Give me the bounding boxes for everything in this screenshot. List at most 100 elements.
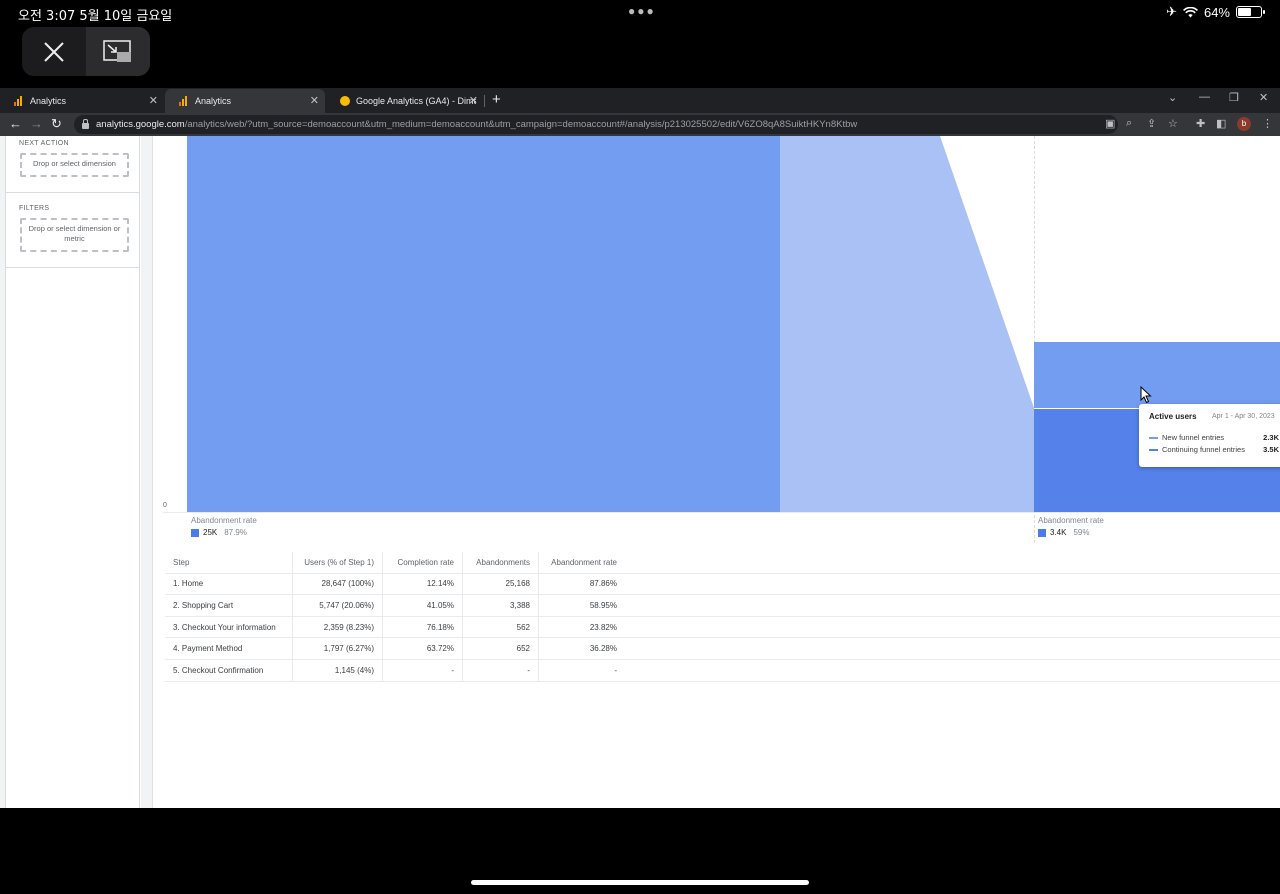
translate-icon[interactable]: ▣ bbox=[1105, 117, 1115, 130]
multitasking-dots-icon[interactable]: ●●● bbox=[628, 4, 656, 18]
mouse-pointer-icon bbox=[1140, 386, 1152, 404]
tooltip-row-label: New funnel entries bbox=[1162, 433, 1225, 442]
abandonment-flow-home[interactable] bbox=[780, 136, 1034, 512]
ipad-status-bar: 오전 3:07 5월 10일 금요일 ●●● ✈ 64% bbox=[0, 0, 1280, 26]
close-pip-button[interactable] bbox=[22, 27, 86, 76]
header-completion-rate[interactable]: Completion rate bbox=[383, 552, 463, 573]
completion-rate-value: 41.05% bbox=[383, 595, 463, 616]
tooltip-row-label: Continuing funnel entries bbox=[1162, 445, 1245, 454]
status-time: 오전 3:07 5월 10일 금요일 bbox=[18, 9, 173, 24]
table-row: 5. Checkout Confirmation 1,145 (4%) - - … bbox=[165, 659, 1280, 682]
header-step[interactable]: Step bbox=[165, 552, 293, 573]
tab-title: Analytics bbox=[195, 96, 232, 106]
battery-percent: 64% bbox=[1203, 4, 1230, 20]
tab-ga4-dimensions[interactable]: Google Analytics (GA4) - Dimen ✕ bbox=[326, 89, 484, 113]
y-axis-zero-tick: 0 bbox=[163, 502, 167, 509]
abandonments-value: 652 bbox=[463, 638, 539, 659]
tooltip-row-value: 2.3K bbox=[1263, 433, 1279, 442]
step-name: 5. Checkout Confirmation bbox=[165, 659, 293, 681]
tab-separator bbox=[484, 95, 485, 107]
tooltip-date-range: Apr 1 - Apr 30, 2023 bbox=[1212, 413, 1275, 420]
abandonment-value: 25K 87.9% bbox=[191, 528, 257, 537]
abandonments-value: 3,388 bbox=[463, 595, 539, 616]
back-arrow-icon[interactable]: ← bbox=[9, 116, 22, 131]
header-abandonments[interactable]: Abandonments bbox=[463, 552, 539, 573]
funnel-table: Step Users (% of Step 1) Completion rate… bbox=[165, 552, 1280, 682]
users-value: 28,647 (100%) bbox=[293, 573, 383, 595]
battery-icon bbox=[1236, 6, 1265, 18]
tooltip-row-continuing: Continuing funnel entries 3.5K bbox=[1149, 445, 1279, 454]
next-action-card: NEXT ACTION Drop or select dimension bbox=[6, 136, 140, 193]
home-indicator[interactable] bbox=[471, 880, 809, 885]
tooltip-row-value: 3.5K bbox=[1263, 445, 1279, 454]
abandonment-swatch bbox=[1038, 528, 1046, 537]
step-name: 4. Payment Method bbox=[165, 638, 293, 659]
close-window-icon[interactable]: ✕ bbox=[1259, 91, 1268, 104]
reload-icon[interactable]: ↻ bbox=[51, 116, 62, 132]
tab-search-icon[interactable]: ⌄ bbox=[1168, 91, 1177, 104]
panel-gutter bbox=[141, 136, 153, 808]
url-host: analytics.google.com bbox=[96, 119, 185, 130]
abandonment-rate-cart: Abandonment rate 3.4K 59% bbox=[1038, 516, 1104, 537]
wifi-icon bbox=[1183, 6, 1198, 17]
minimize-icon[interactable]: — bbox=[1199, 91, 1210, 103]
abandonment-rate-label: Abandonment rate bbox=[191, 516, 257, 525]
users-value: 2,359 (8.23%) bbox=[293, 616, 383, 638]
abandonment-swatch bbox=[191, 528, 199, 537]
abandonments-value: 562 bbox=[463, 616, 539, 638]
profile-avatar[interactable]: b bbox=[1237, 117, 1251, 131]
restore-window-icon[interactable]: ❐ bbox=[1229, 91, 1239, 104]
pip-controls bbox=[22, 27, 150, 76]
tab-analytics-2[interactable]: Analytics ✕ bbox=[165, 89, 325, 113]
abandonment-rate-value: 87.86% bbox=[589, 579, 617, 589]
abandonment-percent: 87.9% bbox=[224, 528, 247, 537]
new-tab-button[interactable]: + bbox=[492, 91, 501, 108]
legend-line bbox=[1149, 448, 1158, 451]
filters-drop-zone[interactable]: Drop or select dimension or metric bbox=[20, 218, 129, 252]
bookmark-star-icon[interactable]: ☆ bbox=[1168, 117, 1178, 130]
abandonment-rate-value: 23.82% bbox=[589, 622, 617, 632]
filters-label: FILTERS bbox=[19, 205, 50, 212]
legend-line bbox=[1149, 436, 1158, 439]
tab-close-icon[interactable]: ✕ bbox=[310, 94, 319, 107]
completion-rate-value: 63.72% bbox=[383, 638, 463, 659]
abandonments-value: - bbox=[463, 659, 539, 681]
restore-pip-button[interactable] bbox=[86, 27, 150, 76]
step-name: 3. Checkout Your information bbox=[165, 616, 293, 638]
filters-card: FILTERS Drop or select dimension or metr… bbox=[6, 194, 140, 268]
extensions-puzzle-icon[interactable]: ✚ bbox=[1196, 117, 1205, 130]
funnel-bar-home[interactable] bbox=[187, 136, 780, 512]
users-value: 1,145 (4%) bbox=[293, 659, 383, 681]
abandonment-percent: 59% bbox=[1073, 528, 1090, 537]
abandonment-rate-value: 36.28% bbox=[589, 644, 617, 654]
analytics-favicon-icon bbox=[14, 96, 24, 106]
side-panel-icon[interactable]: ◧ bbox=[1216, 117, 1226, 130]
share-icon[interactable]: ⇪ bbox=[1147, 117, 1156, 130]
analytics-page: NEXT ACTION Drop or select dimension FIL… bbox=[0, 136, 1280, 808]
abandonment-rate-value: 58.95% bbox=[589, 600, 617, 610]
forward-arrow-icon[interactable]: → bbox=[30, 116, 43, 131]
next-action-drop-zone[interactable]: Drop or select dimension bbox=[20, 153, 129, 177]
table-row: 2. Shopping Cart 5,747 (20.06%) 41.05% 3… bbox=[165, 595, 1280, 617]
tab-settings-panel: NEXT ACTION Drop or select dimension FIL… bbox=[6, 136, 140, 808]
tab-close-icon[interactable]: ✕ bbox=[469, 94, 478, 107]
abandonment-count: 3.4K bbox=[1050, 528, 1067, 537]
users-value: 1,797 (6.27%) bbox=[293, 638, 383, 659]
chart-baseline bbox=[163, 512, 1280, 513]
address-bar[interactable]: analytics.google.com/analytics/web/?utm_… bbox=[74, 115, 1118, 134]
tab-analytics-1[interactable]: Analytics ✕ bbox=[0, 89, 164, 113]
analytics-favicon-icon bbox=[179, 96, 189, 106]
browser-toolbar: ← → ↻ analytics.google.com/analytics/web… bbox=[0, 113, 1280, 136]
more-menu-icon[interactable]: ⋮ bbox=[1262, 117, 1273, 130]
abandonment-count: 25K bbox=[203, 528, 218, 537]
table-row: 4. Payment Method 1,797 (6.27%) 63.72% 6… bbox=[165, 638, 1280, 660]
header-abandonment-rate[interactable]: Abandonment rate bbox=[539, 552, 625, 573]
next-action-label: NEXT ACTION bbox=[19, 140, 69, 147]
lock-icon[interactable] bbox=[82, 118, 89, 129]
step-name: 1. Home bbox=[165, 573, 293, 595]
funnel-bar-cart-new-entries[interactable] bbox=[1034, 342, 1280, 408]
tab-close-icon[interactable]: ✕ bbox=[149, 94, 158, 107]
tooltip-row-new: New funnel entries 2.3K bbox=[1149, 433, 1279, 442]
zoom-icon[interactable]: ⌕ bbox=[1126, 117, 1132, 130]
header-users[interactable]: Users (% of Step 1) bbox=[293, 552, 383, 573]
